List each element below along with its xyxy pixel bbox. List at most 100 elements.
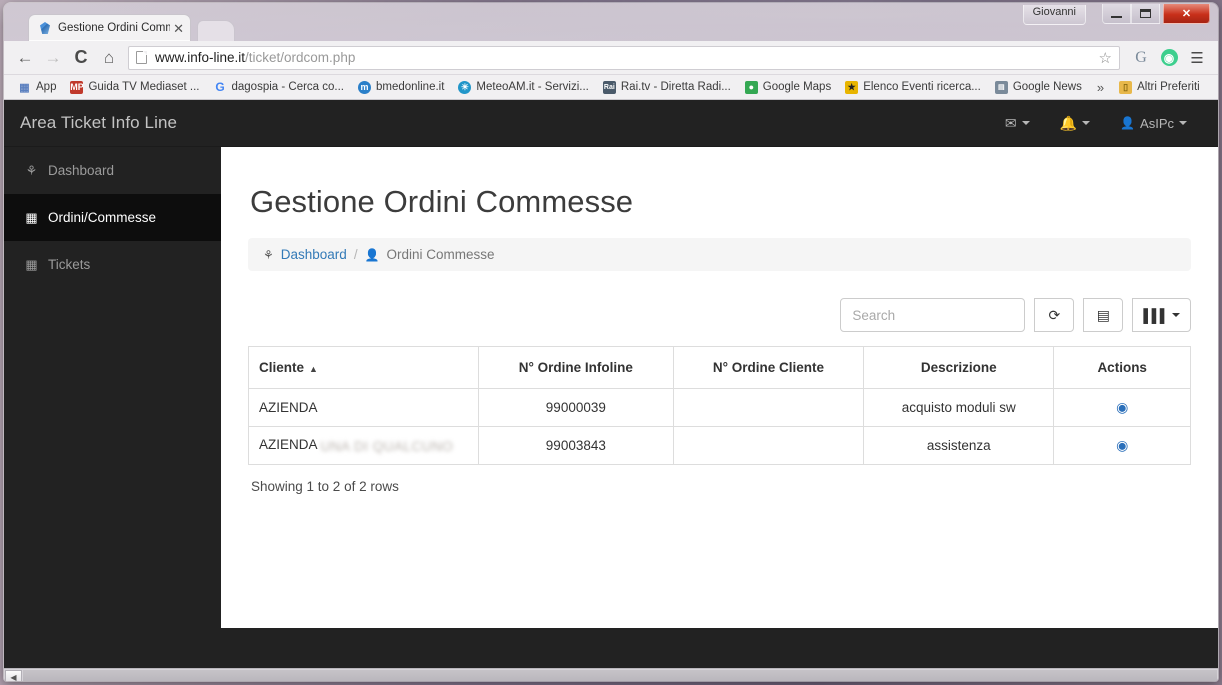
cliente-redacted-value: UNA DI QUALCUNO: [320, 439, 454, 454]
tab-close-icon[interactable]: ✕: [173, 22, 184, 35]
toggle-view-button[interactable]: ▤: [1083, 298, 1124, 332]
url-path: /ticket/ordcom.php: [245, 50, 356, 65]
bookmark-raitv[interactable]: Rai Rai.tv - Diretta Radi...: [596, 77, 738, 98]
scrollbar-track[interactable]: [23, 669, 1217, 681]
chevron-down-icon: [1172, 313, 1180, 317]
home-icon[interactable]: ⌂: [96, 45, 122, 71]
user-menu[interactable]: 👤 AsIPc: [1105, 102, 1202, 145]
bookmark-label: MeteoAM.it - Servizi...: [476, 81, 589, 93]
bookmark-elenco-eventi[interactable]: ★ Elenco Eventi ricerca...: [838, 77, 988, 98]
app-brand-title: Area Ticket Info Line: [20, 113, 178, 132]
table-row[interactable]: AZIENDA UNA DI QUALCUNO 99003843 assisten…: [248, 426, 1191, 465]
page-viewport: Area Ticket Info Line ✉ 🔔 👤 AsIPc ⚘ Dash…: [4, 100, 1218, 668]
window-user-button[interactable]: Giovanni: [1022, 5, 1086, 25]
breadcrumb: ⚘ Dashboard / 👤 Ordini Commesse: [248, 238, 1191, 271]
cliente-value: AZIENDA: [259, 400, 318, 415]
bookmark-google-maps[interactable]: ● Google Maps: [738, 77, 838, 98]
browser-menu-icon[interactable]: ☰: [1184, 45, 1210, 71]
messages-menu[interactable]: ✉: [990, 101, 1045, 146]
scroll-left-arrow-icon[interactable]: ◀: [5, 669, 22, 681]
bookmark-guida-tv[interactable]: MP Guida TV Mediaset ...: [63, 77, 206, 98]
news-icon: ▤: [994, 80, 1008, 94]
search-input[interactable]: [840, 298, 1026, 332]
new-tab-button[interactable]: [197, 20, 235, 41]
bookmark-google-news[interactable]: ▤ Google News: [988, 77, 1089, 98]
sidebar-item-label: Dashboard: [48, 163, 115, 178]
bookmark-label: App: [36, 81, 57, 93]
column-header-actions: Actions: [1053, 346, 1191, 389]
browser-tab[interactable]: Gestione Ordini Commes ✕: [28, 14, 191, 41]
bell-icon: 🔔: [1059, 114, 1078, 131]
reload-icon[interactable]: C: [68, 45, 94, 71]
browser-navigation-bar: ← → C ⌂ www.info-line.it/ticket/ordcom.p…: [4, 41, 1218, 75]
bookmark-other-folder[interactable]: ▯ Altri Preferiti: [1112, 77, 1207, 98]
bookmark-bmedonline[interactable]: m bmedonline.it: [351, 77, 451, 98]
cliente-value: AZIENDA: [259, 437, 318, 452]
cell-descrizione: assistenza: [863, 426, 1055, 465]
refresh-button[interactable]: ⟳: [1034, 298, 1075, 332]
window-minimize-button[interactable]: [1102, 4, 1131, 24]
minimize-icon: [1111, 15, 1122, 18]
table-row-count: Showing 1 to 2 of 2 rows: [251, 479, 399, 494]
cell-ordine-infoline: 99000039: [477, 388, 674, 427]
table-body: AZIENDA 99000039 acquisto moduli sw ◉ AZ…: [248, 388, 1191, 465]
sidebar-item-ordini-commesse[interactable]: ▦ Ordini/Commesse: [4, 194, 221, 241]
column-header-cliente[interactable]: Cliente ▲: [248, 346, 479, 389]
eye-icon[interactable]: ◉: [1116, 399, 1128, 415]
column-header-ordine-cliente[interactable]: N° Ordine Cliente: [672, 346, 865, 389]
table-header-row: Cliente ▲ N° Ordine Infoline N° Ordine Cl…: [248, 346, 1191, 389]
notifications-menu[interactable]: 🔔: [1045, 101, 1105, 146]
bookmarks-overflow-icon[interactable]: »: [1089, 80, 1112, 95]
events-icon: ★: [845, 80, 859, 94]
chevron-down-icon: [1021, 121, 1030, 125]
toggle-view-button-group: ▤: [1083, 298, 1124, 332]
apps-grid-icon: ▦: [19, 81, 30, 94]
column-header-descrizione[interactable]: Descrizione: [863, 346, 1055, 389]
refresh-icon: ⟳: [1048, 306, 1061, 323]
table-row[interactable]: AZIENDA 99000039 acquisto moduli sw ◉: [248, 388, 1191, 427]
table-icon: ▦: [25, 256, 38, 272]
tab-title: Gestione Ordini Commes: [58, 22, 170, 34]
dashboard-icon: ⚘: [25, 162, 38, 178]
refresh-button-group: ⟳: [1034, 298, 1075, 332]
dashboard-icon: ⚘: [263, 247, 274, 262]
eye-icon[interactable]: ◉: [1116, 437, 1128, 453]
horizontal-scrollbar[interactable]: ◀: [4, 668, 1218, 681]
bookmark-label: Google News: [1012, 81, 1082, 93]
maximize-icon: [1140, 9, 1151, 18]
bookmark-meteoam[interactable]: ☀ MeteoAM.it - Servizi...: [451, 77, 595, 98]
breadcrumb-link-dashboard[interactable]: Dashboard: [281, 247, 347, 262]
folder-icon: ▯: [1119, 80, 1133, 94]
scrollbar-thumb[interactable]: [23, 669, 1217, 681]
forward-icon[interactable]: →: [40, 45, 66, 71]
columns-dropdown-button[interactable]: ▌▌▌: [1132, 298, 1191, 332]
window-close-button[interactable]: ✕: [1163, 4, 1210, 24]
url-domain: www.info-line.it: [155, 50, 246, 65]
browser-window: Gestione Ordini Commes ✕ Giovanni ✕ ← → …: [4, 3, 1218, 681]
back-icon[interactable]: ←: [12, 45, 38, 71]
chevron-down-icon: [1082, 121, 1091, 125]
table-toolbar: ⟳ ▤ ▌▌▌: [248, 298, 1191, 332]
sidebar-item-dashboard[interactable]: ⚘ Dashboard: [4, 147, 221, 194]
column-header-ordine-infoline[interactable]: N° Ordine Infoline: [477, 346, 674, 389]
address-bar[interactable]: www.info-line.it/ticket/ordcom.php ☆: [128, 45, 1120, 70]
cell-actions: ◉: [1053, 426, 1191, 465]
bookmark-apps[interactable]: ▦ App: [11, 77, 63, 98]
globe-icon: ☀: [458, 80, 472, 94]
sidebar-item-label: Ordini/Commesse: [48, 210, 157, 225]
window-maximize-button[interactable]: [1131, 4, 1160, 24]
page-title: Gestione Ordini Commesse: [250, 184, 634, 219]
table-icon: ▦: [25, 209, 38, 225]
bookmark-dagospia[interactable]: G dagospia - Cerca co...: [206, 77, 351, 98]
bookmark-label: Altri Preferiti: [1137, 81, 1200, 93]
sidebar-item-tickets[interactable]: ▦ Tickets: [4, 241, 221, 288]
extension-button[interactable]: ◉: [1156, 45, 1182, 71]
cell-ordine-cliente: [672, 426, 865, 465]
app-header-actions: ✉ 🔔 👤 AsIPc: [990, 101, 1218, 146]
breadcrumb-current: Ordini Commesse: [386, 247, 495, 262]
cell-ordine-cliente: [672, 388, 865, 427]
cell-cliente: AZIENDA: [248, 388, 479, 427]
bookmark-star-icon[interactable]: ☆: [1099, 49, 1112, 67]
browser-tab-strip: Gestione Ordini Commes ✕ Giovanni ✕: [4, 3, 1218, 41]
google-account-icon[interactable]: G: [1128, 45, 1154, 71]
